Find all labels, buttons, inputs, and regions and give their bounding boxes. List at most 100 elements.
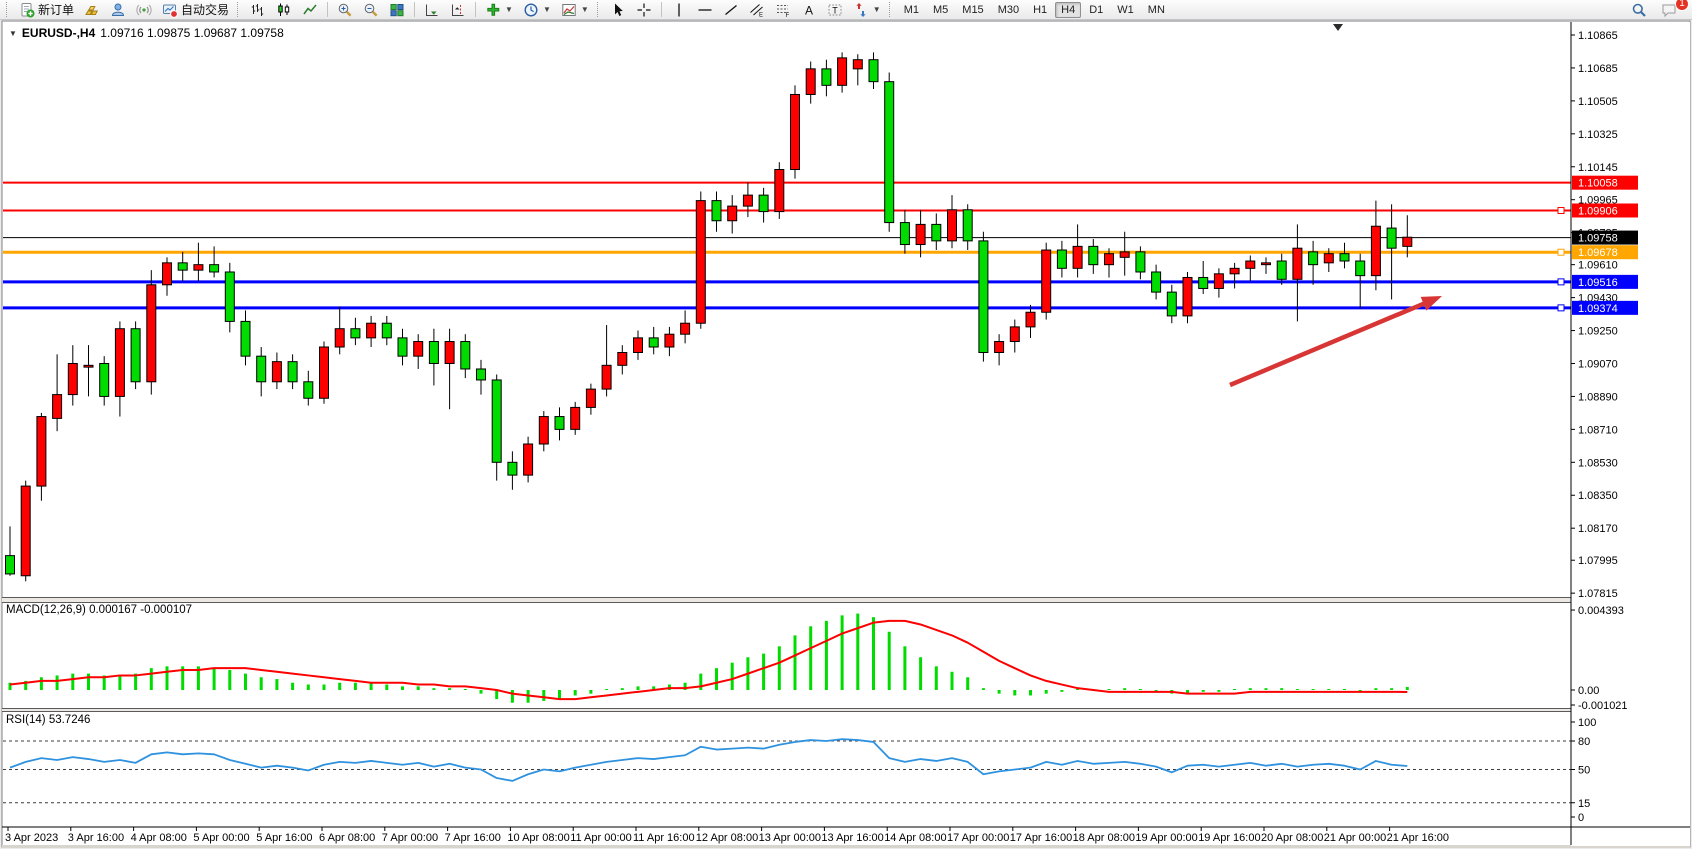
chat-button[interactable]: 1: [1657, 1, 1682, 19]
price-axis-tick-label: 1.10865: [1578, 30, 1618, 42]
auto-trading-button[interactable]: 自动交易: [158, 1, 233, 19]
tile-windows-button[interactable]: [385, 1, 409, 19]
macd-histogram-bar: [731, 663, 734, 690]
line-chart-icon: [302, 2, 318, 18]
signals-button[interactable]: [132, 1, 156, 19]
candle-body: [382, 323, 391, 338]
fibonacci-button[interactable]: F: [771, 1, 795, 19]
zoom-in-button[interactable]: [333, 1, 357, 19]
timeframe-M30[interactable]: M30: [992, 2, 1025, 18]
search-button[interactable]: [1627, 1, 1651, 19]
candle-body: [1089, 246, 1098, 264]
trendline-button[interactable]: [719, 1, 743, 19]
bar-chart-button[interactable]: [246, 1, 270, 19]
toolbar-grip[interactable]: [237, 2, 242, 17]
arrows-button[interactable]: ▼: [849, 1, 885, 19]
macd-histogram-bar: [1280, 688, 1283, 690]
profile-icon: [110, 2, 126, 18]
time-axis-label: 5 Apr 16:00: [256, 832, 312, 844]
timeframe-W1[interactable]: W1: [1111, 2, 1140, 18]
macd-histogram-bar: [480, 690, 483, 694]
candle-body: [791, 94, 800, 169]
macd-histogram-bar: [464, 689, 467, 690]
candle-body: [194, 265, 203, 270]
timeframe-H4[interactable]: H4: [1055, 2, 1081, 18]
candle-body: [853, 60, 862, 69]
periods-button[interactable]: ▼: [519, 1, 555, 19]
rsi-axis-tick-label: 50: [1578, 765, 1590, 777]
price-badge-label: 1.10058: [1578, 178, 1618, 190]
macd-histogram-bar: [1060, 690, 1063, 692]
candle-body: [1105, 254, 1114, 265]
macd-histogram-bar: [888, 632, 891, 690]
chart-ohlc-label: 1.09716 1.09875 1.09687 1.09758: [100, 26, 284, 40]
indicators-button[interactable]: ▼: [481, 1, 517, 19]
price-axis-tick-label: 1.08710: [1578, 424, 1618, 436]
crosshair-button[interactable]: [632, 1, 656, 19]
hline-drag-handle[interactable]: [1558, 279, 1564, 285]
symbol-dropdown-icon[interactable]: ▼: [9, 29, 17, 38]
macd-histogram-bar: [589, 690, 592, 694]
chat-notification-badge[interactable]: 1: [1675, 0, 1689, 11]
macd-histogram-bar: [370, 683, 373, 690]
candle-body: [1026, 312, 1035, 327]
toolbar-grip[interactable]: [6, 2, 11, 17]
time-axis-label: 19 Apr 16:00: [1198, 832, 1260, 844]
toolbar-grip[interactable]: [597, 2, 602, 17]
templates-button[interactable]: ▼: [557, 1, 593, 19]
price-axis-tick-label: 1.08170: [1578, 523, 1618, 535]
toolbar-grip[interactable]: [889, 2, 894, 17]
candle-body: [1042, 250, 1051, 312]
macd-histogram-bar: [903, 646, 906, 690]
new-order-button[interactable]: 新订单: [15, 1, 78, 19]
candlestick-chart-button[interactable]: [272, 1, 296, 19]
timeframe-H1[interactable]: H1: [1027, 2, 1053, 18]
chart-shift-button[interactable]: [446, 1, 470, 19]
timeframe-D1[interactable]: D1: [1083, 2, 1109, 18]
price-axis-tick-label: 1.08530: [1578, 457, 1618, 469]
time-axis-label: 13 Apr 00:00: [759, 832, 821, 844]
cursor-button[interactable]: [606, 1, 630, 19]
time-axis-label: 6 Apr 08:00: [319, 832, 375, 844]
line-chart-button[interactable]: [298, 1, 322, 19]
candle-body: [1371, 226, 1380, 275]
hline-drag-handle[interactable]: [1558, 249, 1564, 255]
auto-scroll-button[interactable]: [420, 1, 444, 19]
macd-histogram-bar: [275, 679, 278, 690]
candle-body: [1199, 277, 1208, 288]
macd-histogram-bar: [935, 666, 938, 690]
candle-body: [869, 60, 878, 82]
timeframe-M15[interactable]: M15: [956, 2, 989, 18]
price-axis-tick-label: 1.09070: [1578, 358, 1618, 370]
arrows-dropdown-arrow[interactable]: ▼: [873, 5, 881, 14]
hline-drag-handle[interactable]: [1558, 207, 1564, 213]
vertical-line-button[interactable]: [667, 1, 691, 19]
timeframe-M5[interactable]: M5: [927, 2, 954, 18]
zoom-out-button[interactable]: [359, 1, 383, 19]
channel-button[interactable]: E: [745, 1, 769, 19]
indicators-dropdown-arrow[interactable]: ▼: [505, 5, 513, 14]
time-axis-label: 17 Apr 16:00: [1010, 832, 1072, 844]
candle-body: [806, 69, 815, 95]
chart-canvas[interactable]: 1.108651.106851.105051.103251.101451.099…: [0, 0, 1692, 849]
signals-icon: [136, 2, 152, 18]
macd-histogram-bar: [150, 668, 153, 690]
candle-body: [634, 338, 643, 353]
profile-button[interactable]: [106, 1, 130, 19]
gold-ingot-button[interactable]: [80, 1, 104, 19]
candle-body: [1324, 254, 1333, 263]
hline-drag-handle[interactable]: [1558, 305, 1564, 311]
text-button[interactable]: A: [797, 1, 821, 19]
timeframe-M1[interactable]: M1: [898, 2, 925, 18]
templates-dropdown-arrow[interactable]: ▼: [581, 5, 589, 14]
horizontal-line-button[interactable]: [693, 1, 717, 19]
candle-body: [398, 338, 407, 356]
timeframe-MN[interactable]: MN: [1142, 2, 1171, 18]
periods-dropdown-arrow[interactable]: ▼: [543, 5, 551, 14]
macd-histogram-bar: [1327, 689, 1330, 690]
candle-body: [681, 323, 690, 334]
macd-histogram-bar: [1217, 690, 1220, 692]
chart-window-frame: [2, 21, 1690, 847]
label-button[interactable]: T: [823, 1, 847, 19]
candle-body: [900, 223, 909, 245]
